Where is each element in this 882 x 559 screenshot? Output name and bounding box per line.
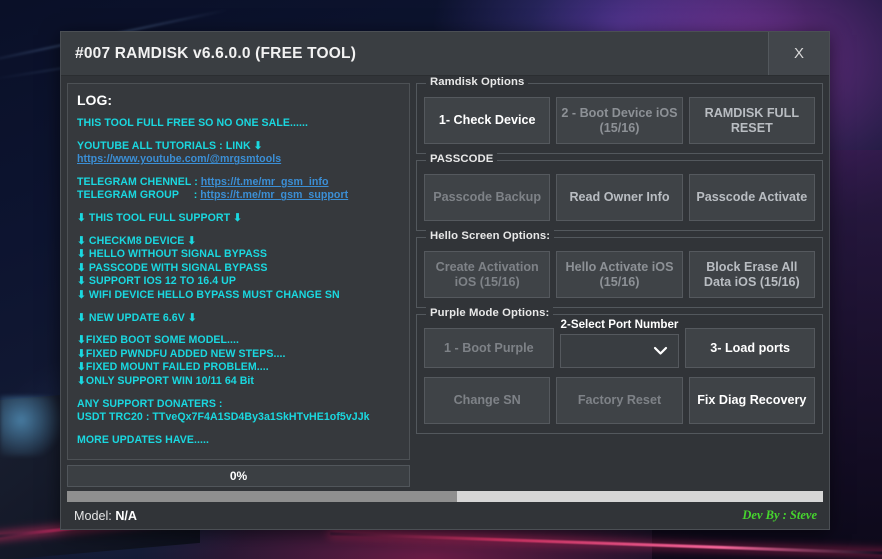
progress-bar: 0% [67, 465, 410, 487]
purple-row-two: Change SN Factory Reset Fix Diag Recover… [424, 377, 815, 424]
purple-row-one: 1 - Boot Purple 2-Select Port Number 3- … [424, 318, 816, 368]
port-number-select[interactable] [559, 334, 680, 368]
desktop-wallpaper: #007 RAMDISK v6.6.0.0 (FREE TOOL) X LOG:… [0, 0, 882, 559]
log-line: ⬇FIXED PWNDFU ADDED NEW STEPS.... [77, 347, 286, 360]
model-prefix: Model: [74, 508, 116, 523]
factory-reset-button[interactable]: Factory Reset [556, 377, 683, 424]
boot-device-ios-button[interactable]: 2 - Boot Device iOS (15/16) [556, 97, 683, 144]
log-line: ⬇FIXED BOOT SOME MODEL.... [77, 334, 240, 347]
purple-mode-options-legend: Purple Mode Options: [426, 307, 554, 319]
log-line: ⬇ PASSCODE WITH SIGNAL BYPASS [77, 261, 268, 274]
hello-activate-ios-button[interactable]: Hello Activate iOS (15/16) [556, 251, 683, 298]
right-column: Ramdisk Options 1- Check Device 2 - Boot… [415, 76, 823, 487]
model-label: Model: N/A [74, 509, 137, 523]
left-column: LOG: THIS TOOL FULL FREE SO NO ONE SALE.… [67, 83, 415, 487]
boot-purple-button[interactable]: 1 - Boot Purple [424, 328, 554, 368]
log-line[interactable]: https://www.youtube.com/@mrgsmtools [77, 153, 400, 167]
log-line: ⬇ THIS TOOL FULL SUPPORT ⬇ [77, 211, 243, 224]
log-line: MORE UPDATES HAVE..... [77, 433, 209, 446]
passcode-backup-button[interactable]: Passcode Backup [424, 174, 551, 221]
window-title: #007 RAMDISK v6.6.0.0 (FREE TOOL) [75, 44, 357, 62]
passcode-activate-button[interactable]: Passcode Activate [688, 174, 815, 221]
log-link[interactable]: https://t.me/mr_gsm_support [200, 189, 348, 201]
fix-diag-recovery-button[interactable]: Fix Diag Recovery [688, 377, 815, 424]
ramdisk-full-reset-button[interactable]: RAMDISK FULL RESET [688, 97, 815, 144]
passcode-group: PASSCODE Passcode Backup Read Owner Info… [416, 153, 823, 231]
log-link[interactable]: https://t.me/mr_gsm_info [201, 176, 329, 188]
log-line: USDT TRC20 : TTveQx7F4A1SD4By3a1SkHTvHE1… [77, 411, 370, 424]
load-ports-button[interactable]: 3- Load ports [685, 328, 816, 368]
log-panel: LOG: THIS TOOL FULL FREE SO NO ONE SALE.… [67, 83, 410, 460]
log-lines: THIS TOOL FULL FREE SO NO ONE SALE......… [77, 117, 400, 447]
log-line: ⬇ONLY SUPPORT WIN 10/11 64 Bit [77, 374, 254, 387]
log-heading: LOG: [77, 92, 112, 108]
log-line: ⬇ CHECKM8 DEVICE ⬇ [77, 234, 197, 247]
check-device-button[interactable]: 1- Check Device [424, 97, 551, 144]
ramdisk-tool-window: #007 RAMDISK v6.6.0.0 (FREE TOOL) X LOG:… [60, 31, 830, 530]
ramdisk-options-legend: Ramdisk Options [426, 76, 529, 88]
log-line[interactable]: TELEGRAM GROUP : https://t.me/mr_gsm_sup… [77, 189, 400, 203]
passcode-button-row: Passcode Backup Read Owner Info Passcode… [424, 174, 815, 221]
ramdisk-button-row: 1- Check Device 2 - Boot Device iOS (15/… [424, 97, 815, 144]
create-activation-ios-button[interactable]: Create Activation iOS (15/16) [424, 251, 551, 298]
hello-button-row: Create Activation iOS (15/16) Hello Acti… [424, 251, 815, 298]
model-value: N/A [115, 508, 138, 523]
log-line[interactable]: TELEGRAM CHENNEL : https://t.me/mr_gsm_i… [77, 176, 400, 190]
chevron-down-icon [654, 346, 668, 355]
horizontal-scrollbar-thumb[interactable] [67, 491, 457, 502]
status-bar: Model: N/A Dev By : Steve [61, 502, 829, 529]
log-line: THIS TOOL FULL FREE SO NO ONE SALE...... [77, 117, 308, 129]
read-owner-info-button[interactable]: Read Owner Info [556, 174, 683, 221]
passcode-legend: PASSCODE [426, 153, 498, 165]
ramdisk-options-group: Ramdisk Options 1- Check Device 2 - Boot… [416, 76, 823, 154]
change-sn-button[interactable]: Change SN [424, 377, 551, 424]
log-line: ANY SUPPORT DONATERS : [77, 397, 223, 410]
purple-mode-options-group: Purple Mode Options: 1 - Boot Purple 2-S… [416, 307, 823, 434]
dev-by-credit: Dev By : Steve [742, 508, 817, 522]
log-line: ⬇ NEW UPDATE 6.6V ⬇ [77, 311, 197, 324]
log-line: ⬇ WIFI DEVICE HELLO BYPASS MUST CHANGE S… [77, 288, 340, 301]
hello-screen-options-group: Hello Screen Options: Create Activation … [416, 230, 823, 308]
port-number-caption: 2-Select Port Number [560, 318, 679, 331]
progress-label: 0% [229, 469, 248, 483]
close-button[interactable]: X [768, 32, 829, 75]
port-number-select-cell: 2-Select Port Number [559, 318, 680, 368]
horizontal-scrollbar[interactable] [67, 491, 823, 502]
window-titlebar[interactable]: #007 RAMDISK v6.6.0.0 (FREE TOOL) X [61, 32, 829, 76]
block-erase-all-data-button[interactable]: Block Erase All Data iOS (15/16) [688, 251, 815, 298]
log-line: ⬇ SUPPORT IOS 12 TO 16.4 UP [77, 275, 236, 288]
hello-screen-options-legend: Hello Screen Options: [426, 230, 555, 242]
log-line: ⬇FIXED MOUNT FAILED PROBLEM.... [77, 361, 269, 374]
window-content: LOG: THIS TOOL FULL FREE SO NO ONE SALE.… [61, 76, 829, 487]
log-line: ⬇ HELLO WITHOUT SIGNAL BYPASS [77, 248, 268, 261]
log-line: YOUTUBE ALL TUTORIALS : LINK ⬇ [77, 139, 263, 152]
